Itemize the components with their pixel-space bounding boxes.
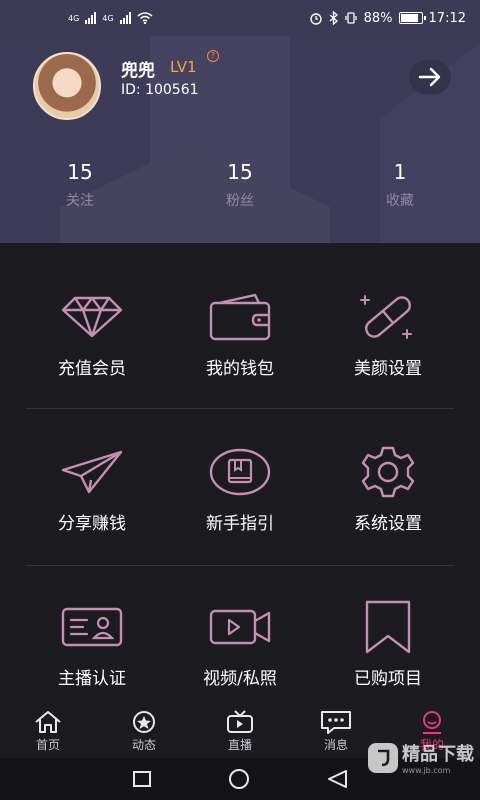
watermark-subtext: www.jb.com [402,766,451,775]
stat-value: 15 [67,160,93,184]
id-card-icon [60,600,124,654]
tv-icon [227,710,253,733]
network-label-2: 4G [102,13,114,23]
menu-row-3: 主播认证 视频/私照 已购项目 [0,600,480,689]
stat-label: 粉丝 [226,193,254,209]
bookmark-icon [356,600,420,654]
home-icon [35,711,61,733]
status-bar: 4G 4G 88% 17:12 [0,0,480,36]
menu-item-purchased-items[interactable]: 已购项目 [314,600,462,689]
tab-label: 直播 [227,738,252,752]
tab-label: 首页 [35,738,60,752]
guide-book-icon [208,445,272,499]
menu-item-label: 视频/私照 [203,669,277,689]
tab-feed[interactable]: 动态 [96,700,192,758]
menu-item-label: 系统设置 [354,514,422,534]
profile-face-icon [423,711,441,734]
menu-item-label: 新手指引 [206,514,274,534]
tab-label: 动态 [131,738,156,752]
menu-item-label: 我的钱包 [206,359,274,379]
recents-icon[interactable] [132,770,152,788]
status-bar-left: 4G 4G [68,12,153,24]
menu-item-label: 分享赚钱 [58,514,126,534]
signal-icon [85,12,97,24]
user-name: 兜兜 [121,61,155,81]
divider [26,565,454,566]
video-camera-icon [208,600,272,654]
profile-header: 兜兜 LV1 ? ID: 100561 15 关注 15 粉丝 1 收藏 [0,36,480,243]
watermark-logo-icon [368,742,398,773]
menu-item-beauty-settings[interactable]: 美颜设置 [314,290,462,379]
profile-detail-button[interactable] [409,60,451,94]
chat-icon [321,711,351,734]
paper-plane-icon [60,445,124,499]
battery-icon [398,12,426,24]
menu-item-video-photos[interactable]: 视频/私照 [166,600,314,689]
stat-value: 15 [227,160,253,184]
divider [26,408,454,409]
clock: 17:12 [428,10,466,26]
stat-label: 关注 [66,193,94,209]
stat-fans[interactable]: 15 粉丝 [160,160,320,210]
tab-live[interactable]: 直播 [192,700,288,758]
battery-percent: 88% [363,10,393,26]
network-label-1: 4G [68,13,80,23]
menu-item-recharge-vip[interactable]: 充值会员 [18,290,166,379]
menu-row-1: 充值会员 我的钱包 美颜设置 [0,290,480,379]
watermark-text: 精品下载 [402,744,474,765]
user-id: ID: 100561 [121,82,199,98]
star-circle-icon [133,711,155,733]
stat-favorites[interactable]: 1 收藏 [320,160,480,210]
menu-item-share-earn[interactable]: 分享赚钱 [18,445,166,534]
stat-value: 1 [393,160,407,184]
signal-icon-2 [119,12,131,24]
stat-label: 收藏 [386,193,414,209]
arrow-right-icon [418,67,441,87]
level-help-icon[interactable]: ? [207,50,219,62]
wifi-icon [137,12,153,24]
stat-following[interactable]: 15 关注 [0,160,160,210]
menu-item-anchor-verification[interactable]: 主播认证 [18,600,166,689]
wallet-icon [208,290,272,344]
menu-item-label: 充值会员 [58,359,126,379]
watermark: 精品下载 www.jb.com [368,740,474,775]
menu-item-wallet[interactable]: 我的钱包 [166,290,314,379]
vibrate-icon [344,12,357,24]
menu-row-2: 分享赚钱 新手指引 系统设置 [0,445,480,534]
bluetooth-icon [329,11,338,25]
menu-item-beginner-guide[interactable]: 新手指引 [166,445,314,534]
menu-item-label: 主播认证 [58,669,126,689]
stats-row: 15 关注 15 粉丝 1 收藏 [0,160,480,210]
diamond-icon [60,290,124,344]
alarm-icon [309,13,322,25]
gear-icon [356,445,420,499]
status-bar-right: 88% 17:12 [309,11,466,26]
user-level: LV1 [170,58,197,76]
menu-item-label: 美颜设置 [354,359,422,379]
avatar[interactable] [33,52,101,120]
menu-item-label: 已购项目 [354,669,422,689]
back-triangle-icon[interactable] [326,769,348,789]
beauty-pen-icon [356,290,420,344]
tab-label: 消息 [323,738,348,752]
home-circle-icon[interactable] [228,768,250,790]
menu-item-system-settings[interactable]: 系统设置 [314,445,462,534]
tab-home[interactable]: 首页 [0,700,96,758]
